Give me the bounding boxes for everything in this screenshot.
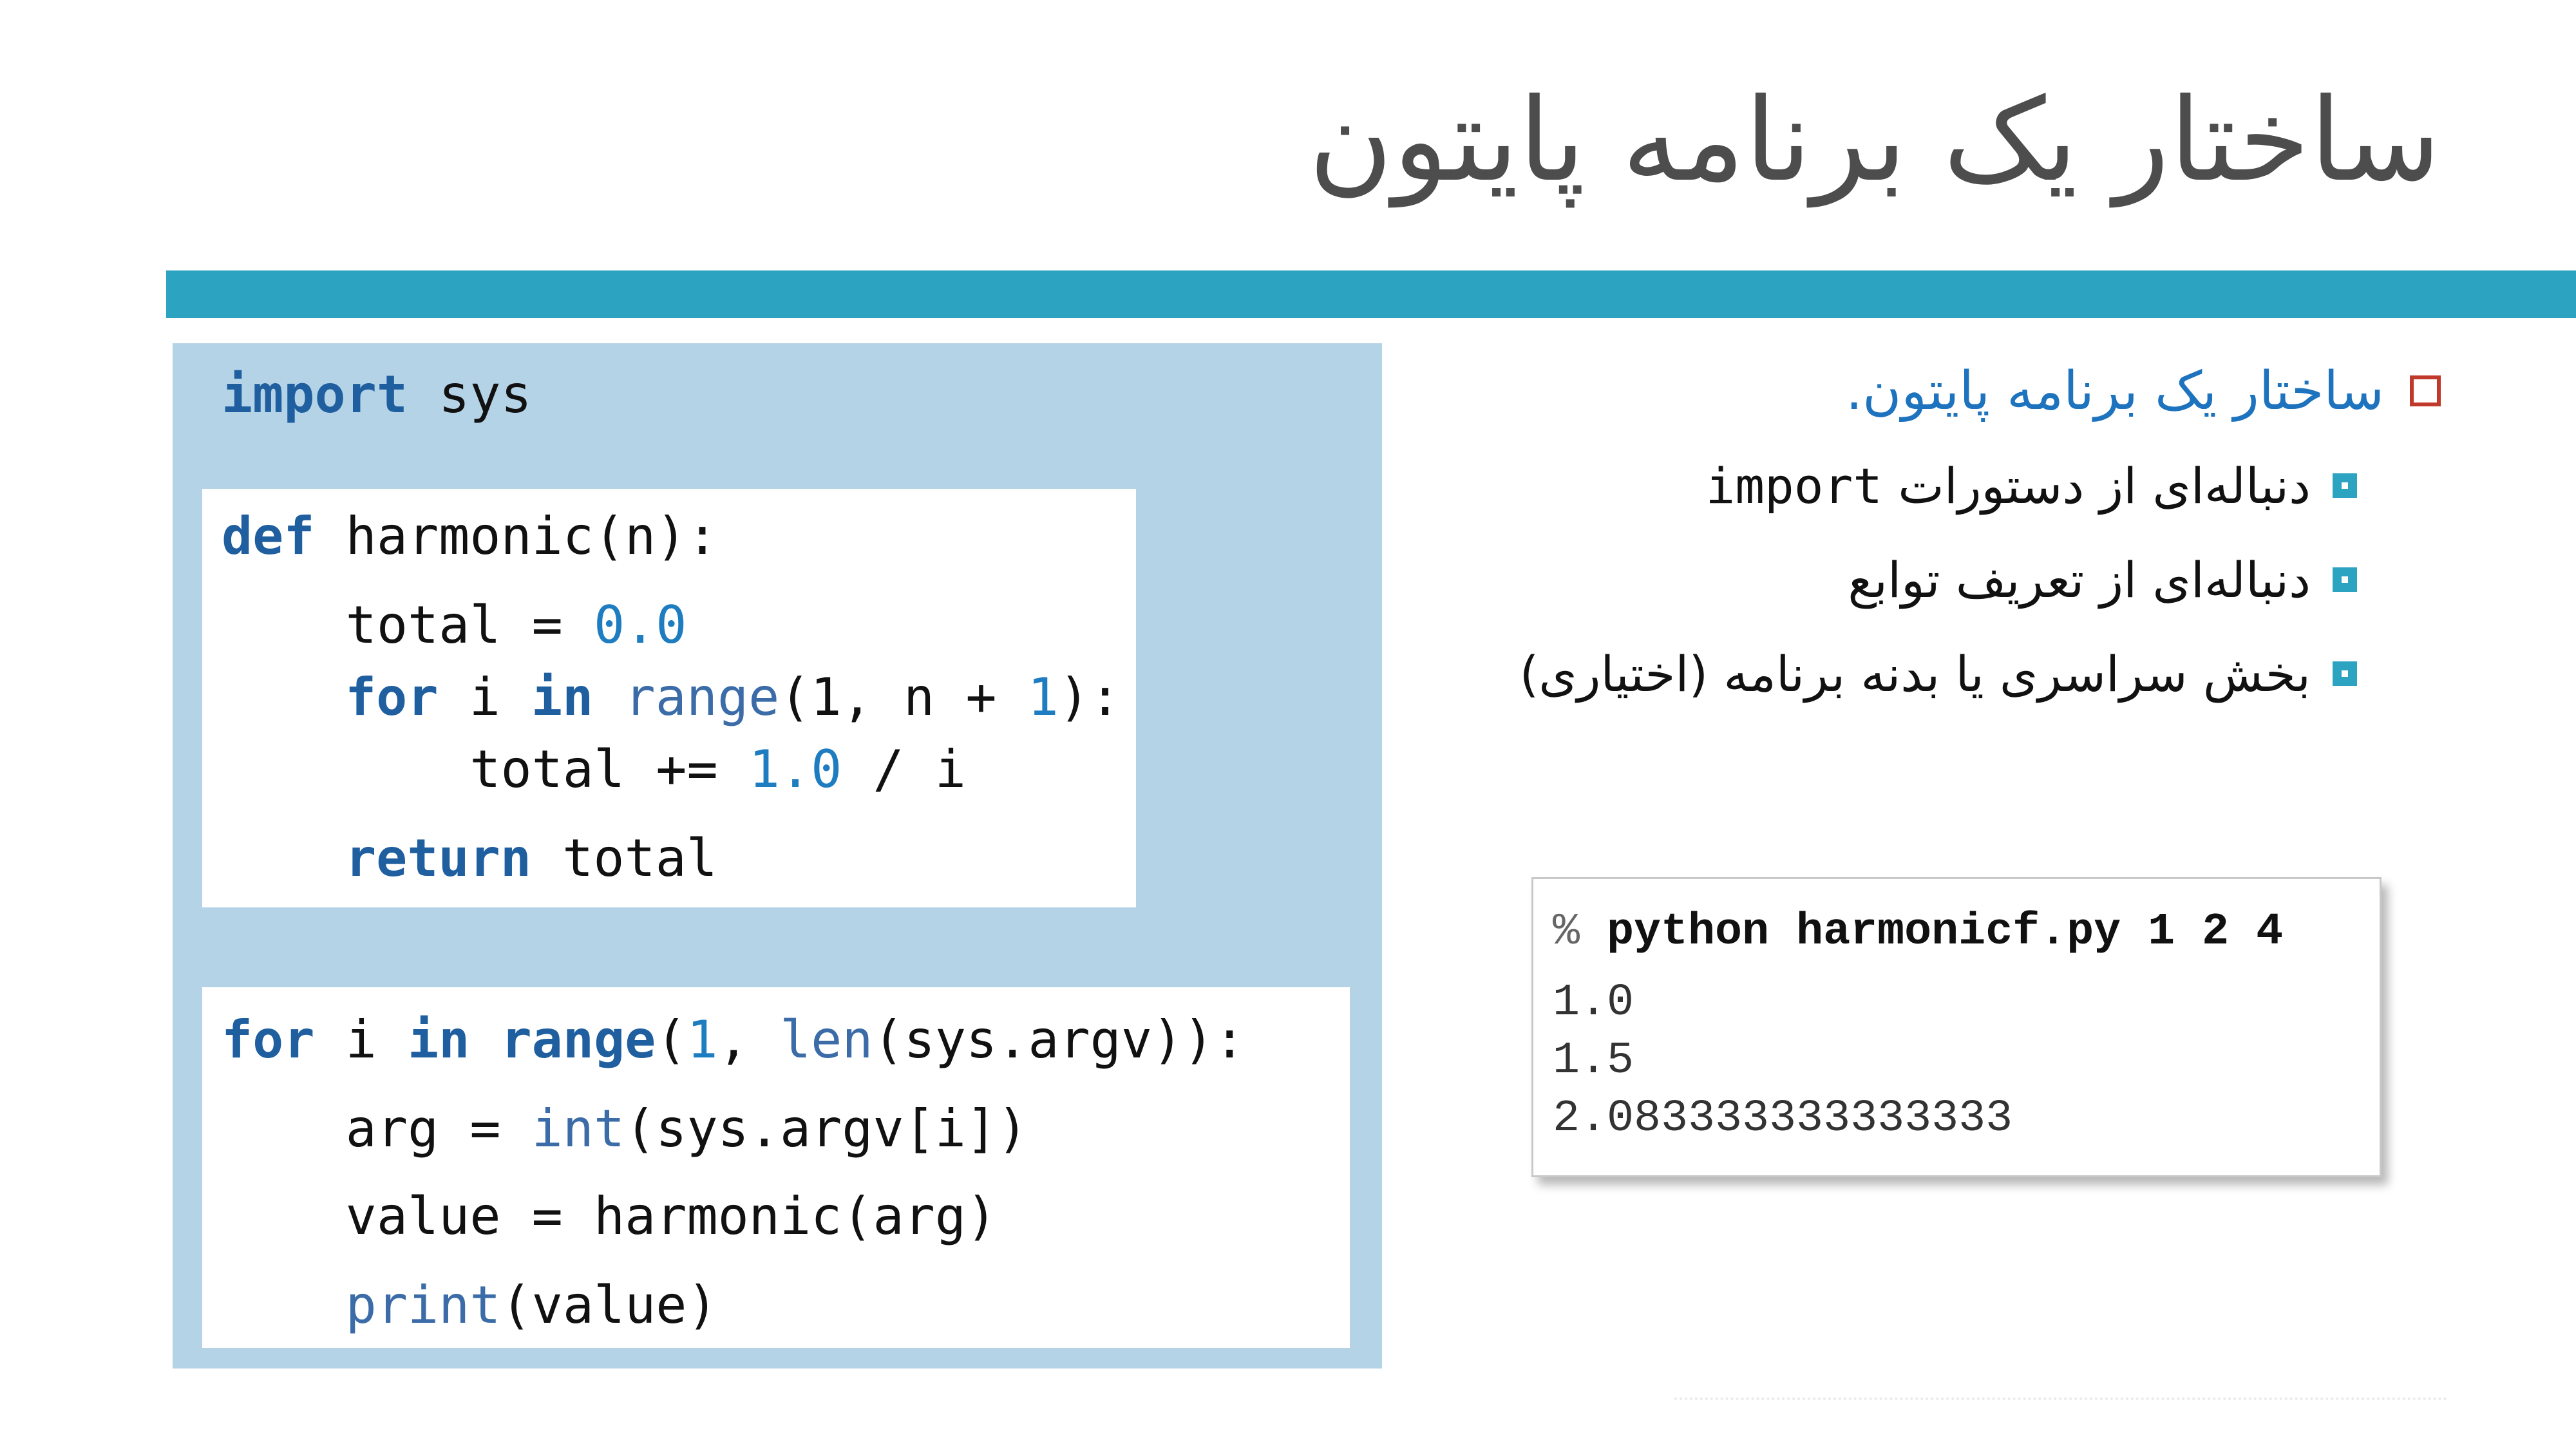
hollow-square-icon [2410,375,2441,406]
bullet-sub-text: دنباله‌ای از دستورات [1898,457,2311,515]
code-builtin: int [531,1099,625,1159]
code-number: 1 [687,1010,718,1070]
code-text: ): [1058,667,1121,727]
code-keyword: in [531,667,594,727]
code-text: i [438,667,531,727]
code-number: 1 [1027,667,1059,727]
filled-square-icon [2333,473,2357,498]
bullet-sub-text: دنباله‌ای از تعریف توابع [1848,551,2311,609]
terminal-output-line: 1.0 [1553,978,1634,1028]
code-number: 0.0 [593,595,687,655]
code-accumulate-line: total += 1.0 / i [222,744,966,795]
terminal-prompt: % [1553,907,1607,958]
code-text: i [314,1010,408,1070]
code-print-line: print(value) [222,1280,718,1331]
main-body-box: for i in range(1, len(sys.argv)): arg = … [202,987,1350,1348]
title-accent-bar [166,270,2576,318]
function-def-box: def harmonic(n): total = 0.0 for i in ra… [202,489,1136,907]
terminal-output-line: 2.083333333333333 [1553,1094,2013,1144]
code-text: , [717,1010,780,1070]
code-text: (sys.argv[i]) [625,1099,1028,1159]
code-builtin: len [780,1010,873,1070]
code-return-line: return total [345,833,717,884]
code-total-init-line: total = 0.0 [222,600,687,651]
code-keyword: for [345,667,439,727]
filled-square-icon [2333,567,2357,592]
bullet-main: ساختار یک برنامه پایتون. [1846,361,2441,422]
code-for-line: for i in range(1, n + 1): [345,672,1121,723]
bullet-sub-functions: دنباله‌ای از تعریف توابع [1848,551,2357,609]
code-text: (1, n + [779,667,1028,727]
code-keyword: def [222,506,315,566]
bullet-main-text: ساختار یک برنامه پایتون. [1846,361,2384,422]
code-number: 1.0 [748,739,842,799]
code-value-line: value = harmonic(arg) [222,1186,998,1246]
code-text: total += [222,739,749,799]
code-keyword: in [408,1010,470,1070]
code-text: harmonic(n): [314,506,718,566]
bullet-sub-text: بخش سراسری یا بدنه برنامه (اختیاری) [1519,645,2311,703]
code-text: ( [656,1010,687,1070]
code-text: (value) [500,1275,718,1335]
bullet-sub-code: import [1705,457,1883,515]
terminal-output-box: % python harmonicf.py 1 2 4 1.0 1.5 2.08… [1531,877,2382,1177]
bullet-sub-imports: دنباله‌ای از دستورات import [1705,457,2357,515]
terminal-command: python harmonicf.py 1 2 4 [1607,907,2284,958]
code-builtin: range [500,1010,656,1070]
code-text: total = [222,595,594,655]
code-text: total [531,828,717,888]
bullet-sub-global: بخش سراسری یا بدنه برنامه (اختیاری) [1520,645,2357,703]
code-keyword: return [345,828,531,888]
code-text: sys [407,365,532,424]
code-arg-line: arg = int(sys.argv[i]) [222,1103,1028,1155]
filled-square-icon [2333,661,2357,686]
code-def-line: def harmonic(n): [222,511,718,562]
code-text: arg = [222,1099,532,1159]
terminal-output-line: 1.5 [1553,1036,1634,1086]
code-main-for-line: for i in range(1, len(sys.argv)): [222,1014,1245,1066]
code-text: / i [842,739,966,799]
code-builtin: print [345,1275,501,1335]
code-keyword: for [222,1010,315,1070]
code-panel: import sys def harmonic(n): total = 0.0 … [173,343,1382,1368]
slide-title: ساختار یک برنامه پایتون [1309,73,2441,207]
code-import-line: import sys [222,369,532,421]
code-keyword: import [222,365,408,424]
terminal-command-line: % python harmonicf.py 1 2 4 [1553,910,2283,955]
code-text: (sys.argv)): [873,1010,1245,1070]
footer-divider [1674,1385,2447,1400]
code-builtin: range [624,667,780,727]
